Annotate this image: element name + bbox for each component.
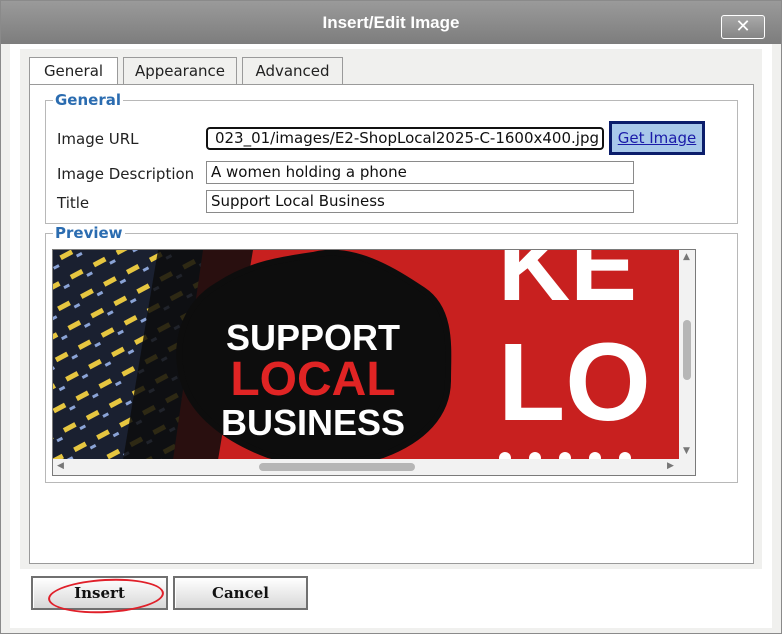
badge-text-support: SUPPORT <box>226 317 400 358</box>
title-label: Title <box>57 194 90 212</box>
background-text-top: KE <box>498 250 637 322</box>
scroll-down-icon[interactable]: ▼ <box>683 446 690 456</box>
insert-edit-image-dialog: Insert/Edit Image ✕ General Appearance A… <box>0 0 782 634</box>
get-image-button[interactable]: Get Image <box>609 121 705 155</box>
tab-appearance[interactable]: Appearance <box>123 57 237 85</box>
dialog-titlebar[interactable]: Insert/Edit Image ✕ <box>1 1 781 44</box>
insert-button[interactable]: Insert <box>31 576 168 610</box>
cancel-button[interactable]: Cancel <box>173 576 308 610</box>
close-button[interactable]: ✕ <box>721 15 765 39</box>
badge-text-local: LOCAL <box>230 353 395 406</box>
preview-horizontal-scrollbar[interactable]: ◀ ▶ <box>53 459 695 475</box>
close-icon: ✕ <box>735 16 751 37</box>
background-text-bottom: LO <box>498 321 651 444</box>
image-description-input[interactable]: A women holding a phone <box>206 161 634 184</box>
general-legend: General <box>53 91 123 109</box>
image-url-label: Image URL <box>57 130 139 148</box>
title-input[interactable]: Support Local Business <box>206 190 634 213</box>
badge-text-business: BUSINESS <box>221 402 405 443</box>
vertical-scroll-thumb[interactable] <box>683 320 691 380</box>
scroll-right-icon[interactable]: ▶ <box>667 461 674 471</box>
tab-general[interactable]: General <box>29 57 118 86</box>
horizontal-scroll-thumb[interactable] <box>259 463 415 471</box>
preview-legend: Preview <box>53 224 125 242</box>
preview-image: SUPPORT LOCAL BUSINESS KE LO <box>53 250 680 460</box>
scroll-left-icon[interactable]: ◀ <box>57 461 64 471</box>
scroll-up-icon[interactable]: ▲ <box>683 252 690 262</box>
dialog-title: Insert/Edit Image <box>322 13 460 32</box>
image-description-label: Image Description <box>57 165 195 183</box>
tab-advanced[interactable]: Advanced <box>242 57 343 85</box>
image-url-input[interactable]: 023_01/images/E2-ShopLocal2025-C-1600x40… <box>206 127 604 150</box>
preview-vertical-scrollbar[interactable]: ▲ ▼ <box>679 250 695 460</box>
preview-frame[interactable]: SUPPORT LOCAL BUSINESS KE LO ▲ ▼ ◀ ▶ <box>52 249 696 476</box>
